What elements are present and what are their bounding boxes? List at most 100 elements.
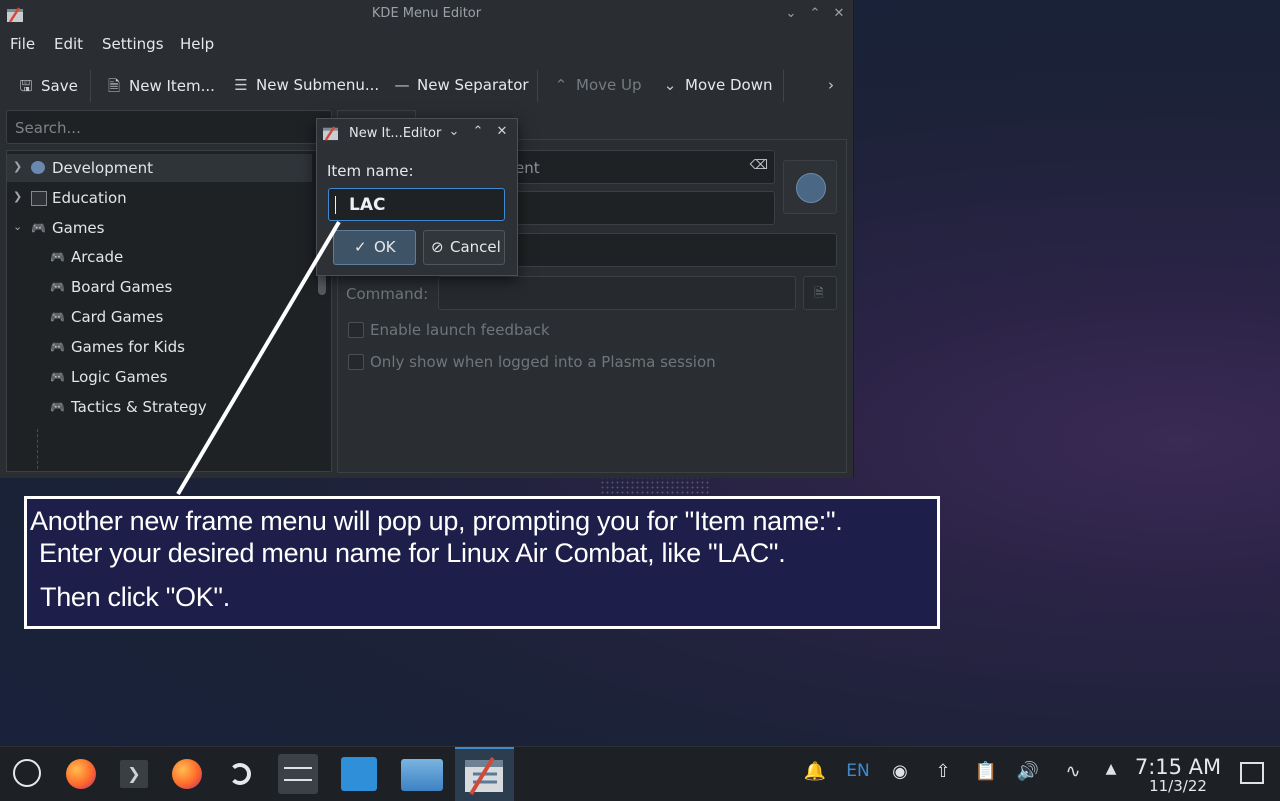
clear-text-icon[interactable]: ⌫ — [750, 158, 768, 173]
cancel-icon: ⊘ — [431, 238, 444, 256]
chevron-down-icon[interactable]: ⌄ — [13, 220, 25, 233]
maximize-icon[interactable]: ⌃ — [470, 124, 486, 140]
chevron-right-icon[interactable]: ❯ — [13, 190, 25, 203]
menu-lines-icon: ☰ — [234, 76, 248, 94]
tree-item-arcade[interactable]: 🎮 Arcade — [7, 243, 312, 271]
move-up-button[interactable]: ⌃ Move Up — [552, 76, 642, 98]
terminal-icon: ❯ — [120, 760, 148, 788]
taskbar-discover[interactable] — [332, 747, 388, 801]
menu-settings[interactable]: Settings — [102, 35, 164, 53]
only-show-plasma-checkbox[interactable] — [348, 354, 364, 370]
taskbar-konsole[interactable]: ❯ — [106, 747, 162, 801]
tree-item-games[interactable]: ⌄ 🎮 Games — [7, 214, 312, 242]
steam-tray-icon[interactable]: ◉ — [887, 761, 913, 787]
tree-item-tactics-strategy[interactable]: 🎮 Tactics & Strategy — [7, 393, 312, 421]
callout-line-1: Another new frame menu will pop up, prom… — [30, 506, 843, 536]
update-icon[interactable]: ⇧ — [930, 761, 956, 787]
search-field[interactable] — [6, 110, 332, 144]
close-icon[interactable]: ✕ — [830, 5, 848, 23]
toolbar-overflow-chevron-right-icon[interactable]: › — [828, 76, 834, 98]
folder-icon — [401, 759, 443, 791]
item-icon — [796, 173, 826, 203]
gamepad-icon: 🎮 — [50, 280, 65, 294]
firefox-icon — [172, 759, 202, 789]
notifications-bell-icon[interactable]: 🔔 — [802, 761, 828, 787]
maximize-icon[interactable]: ⌃ — [806, 5, 824, 23]
menu-edit[interactable]: Edit — [54, 35, 83, 53]
new-separator-button[interactable]: — New Separator — [393, 76, 529, 98]
chevron-right-icon[interactable]: ❯ — [13, 160, 25, 173]
item-name-input[interactable]: LAC — [328, 188, 505, 221]
app-icon — [323, 126, 338, 141]
toolbar-separator — [537, 70, 538, 102]
taskbar-kde-menu-editor[interactable] — [455, 747, 514, 801]
save-icon: 🖫 — [19, 77, 33, 95]
store-bag-icon — [341, 757, 377, 791]
command-field[interactable] — [438, 276, 796, 310]
menu-help[interactable]: Help — [180, 35, 214, 53]
gamepad-icon: 🎮 — [31, 221, 46, 235]
description-field[interactable] — [513, 191, 775, 225]
clipboard-icon[interactable]: 📋 — [973, 761, 999, 787]
taskbar: ❯ 🔔 EN ◉ ⇧ 📋 🔊 ∿ ▲ 7:15 AM 11/3/22 — [0, 746, 1280, 801]
titlebar[interactable]: KDE Menu Editor ⌄ ⌃ ✕ — [0, 0, 853, 30]
gamepad-icon: 🎮 — [50, 250, 65, 264]
taskbar-firefox-2[interactable] — [159, 747, 215, 801]
text-caret — [335, 196, 336, 214]
callout-line-3: Then click "OK". — [40, 582, 230, 612]
clock-time: 7:15 AM — [1134, 755, 1222, 779]
tree-item-board-games[interactable]: 🎮 Board Games — [7, 273, 312, 301]
chevron-up-icon: ⌃ — [554, 76, 568, 94]
menu-file[interactable]: File — [10, 35, 35, 53]
wifi-icon[interactable]: ∿ — [1058, 761, 1088, 787]
taskbar-dolphin[interactable] — [394, 747, 450, 801]
taskbar-steam[interactable] — [212, 747, 268, 801]
dialog-title: New It...Editor — [349, 126, 442, 141]
tree-branch-line — [37, 429, 39, 469]
menu-tree: ❯ Development ❯ Education ⌄ 🎮 Games 🎮 Ar… — [6, 150, 332, 472]
menu-editor-icon — [465, 756, 503, 796]
clock[interactable]: 7:15 AM 11/3/22 — [1130, 755, 1226, 795]
close-icon[interactable]: ✕ — [494, 124, 510, 140]
clock-date: 11/3/22 — [1149, 777, 1207, 795]
tree-item-education[interactable]: ❯ Education — [7, 184, 312, 212]
volume-icon[interactable]: 🔊 — [1015, 761, 1041, 787]
enable-launch-feedback-checkbox[interactable] — [348, 322, 364, 338]
keyboard-layout-indicator[interactable]: EN — [842, 761, 874, 787]
new-submenu-button[interactable]: ☰ New Submenu... — [232, 76, 379, 98]
steam-deck-launcher[interactable] — [0, 747, 56, 801]
gamepad-icon: 🎮 — [50, 370, 65, 384]
toolbar: 🖫 Save 🗎 New Item... ☰ New Submenu... — New … — [0, 68, 853, 106]
minimize-icon[interactable]: ⌄ — [782, 5, 800, 23]
ok-button[interactable]: ✓ OK — [333, 230, 416, 265]
name-field[interactable]: ent ⌫ — [513, 150, 775, 184]
taskbar-firefox[interactable] — [53, 747, 109, 801]
cancel-button[interactable]: ⊘ Cancel — [423, 230, 505, 265]
tray-expand-up-icon[interactable]: ▲ — [1100, 761, 1122, 787]
new-item-button[interactable]: 🗎 New Item... — [105, 76, 215, 98]
show-desktop-icon[interactable] — [1240, 762, 1264, 784]
app-launcher-icon — [13, 759, 41, 787]
checkmark-icon: ✓ — [354, 238, 367, 256]
minimize-icon[interactable]: ⌄ — [446, 124, 462, 140]
search-input[interactable] — [13, 118, 317, 138]
item-name-label: Item name: — [327, 162, 414, 180]
tree-item-development[interactable]: ❯ Development — [7, 154, 312, 182]
move-down-button[interactable]: ⌄ Move Down — [661, 76, 773, 98]
education-icon — [31, 191, 47, 206]
separator-line-icon: — — [394, 76, 410, 94]
comment-field[interactable] — [513, 233, 837, 267]
tree-item-logic-games[interactable]: 🎮 Logic Games — [7, 363, 312, 391]
browse-file-button[interactable]: 🗎 — [803, 276, 837, 310]
document-icon: 🗎 — [814, 286, 824, 300]
save-button[interactable]: 🖫 Save — [17, 76, 78, 98]
firefox-icon — [66, 759, 96, 789]
tree-item-card-games[interactable]: 🎮 Card Games — [7, 303, 312, 331]
item-icon-button[interactable] — [783, 160, 837, 214]
tree-item-games-for-kids[interactable]: 🎮 Games for Kids — [7, 333, 312, 361]
new-item-dialog: New It...Editor ⌄ ⌃ ✕ Item name: LAC ✓ O… — [316, 118, 518, 276]
development-icon — [31, 161, 45, 174]
callout-line-2: Enter your desired menu name for Linux A… — [39, 538, 786, 568]
toolbar-separator — [90, 70, 91, 102]
taskbar-settings[interactable] — [270, 747, 326, 801]
